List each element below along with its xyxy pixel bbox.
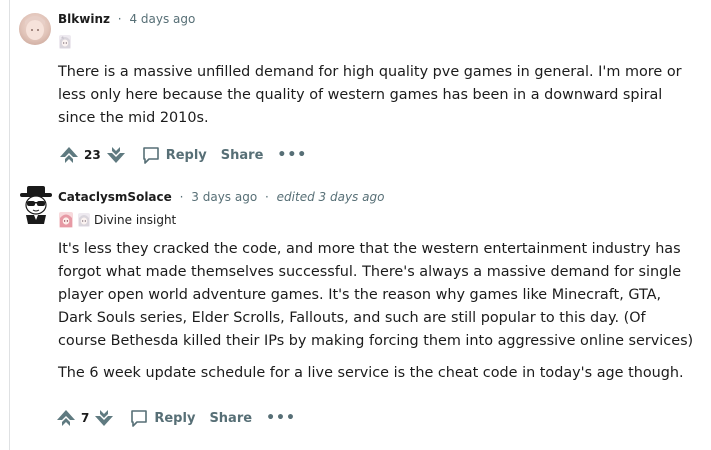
downvote-icon [95, 410, 114, 426]
anime-girl-badge-icon [78, 213, 90, 227]
reply-button[interactable]: Reply [141, 145, 207, 165]
reply-button[interactable]: Reply [129, 408, 195, 428]
separator-dot: · [265, 190, 269, 204]
comment-body: It's less they cracked the code, and mor… [58, 238, 698, 385]
downvote-button[interactable] [105, 144, 127, 166]
comment-meta: Blkwinz · 4 days ago [58, 12, 195, 26]
comment-paragraph: The 6 week update schedule for a live se… [58, 365, 684, 381]
comment-paragraph: It's less they cracked the code, and mor… [58, 241, 694, 349]
separator-dot: · [179, 190, 184, 204]
separator-dot: · [117, 12, 122, 26]
user-flair: Divine insight [58, 212, 176, 228]
share-button[interactable]: Share [209, 411, 252, 426]
user-flair [58, 34, 75, 50]
edited-label: edited 3 days ago [276, 190, 385, 204]
vote-count: 23 [84, 148, 101, 162]
comment-paragraph: There is a massive unfilled demand for h… [58, 64, 682, 126]
avatar-image [20, 186, 52, 224]
downvote-icon [106, 147, 125, 163]
speech-bubble-icon [142, 147, 159, 164]
upvote-button[interactable] [55, 407, 77, 429]
upvote-button[interactable] [58, 144, 80, 166]
speech-bubble-icon [131, 410, 148, 427]
reply-label: Reply [165, 147, 207, 163]
more-options-button[interactable]: ••• [277, 147, 307, 163]
downvote-button[interactable] [93, 407, 115, 429]
upvote-icon [60, 147, 78, 163]
flair-text: Divine insight [94, 213, 177, 227]
upvote-icon [57, 410, 75, 426]
avatar[interactable] [16, 185, 56, 225]
comment-actions: 7 Reply Share ••• [55, 406, 296, 430]
more-options-button[interactable]: ••• [266, 410, 296, 426]
author-name[interactable]: CataclysmSolace [58, 190, 172, 204]
avatar-image [25, 16, 45, 40]
anime-girl-badge-icon [59, 35, 71, 49]
reply-label: Reply [154, 410, 196, 426]
comment-time[interactable]: 4 days ago [129, 12, 195, 26]
comment-actions: 23 Reply Share ••• [58, 143, 307, 167]
comment-body: There is a massive unfilled demand for h… [58, 61, 698, 130]
anime-girl-badge-icon [59, 212, 73, 228]
comment-meta: CataclysmSolace · 3 days ago · edited 3 … [58, 190, 384, 204]
vote-count: 7 [81, 411, 90, 425]
author-name[interactable]: Blkwinz [58, 12, 110, 26]
avatar[interactable] [19, 13, 51, 45]
share-button[interactable]: Share [221, 148, 264, 163]
thread-line [9, 0, 10, 450]
comment-time[interactable]: 3 days ago [191, 190, 257, 204]
